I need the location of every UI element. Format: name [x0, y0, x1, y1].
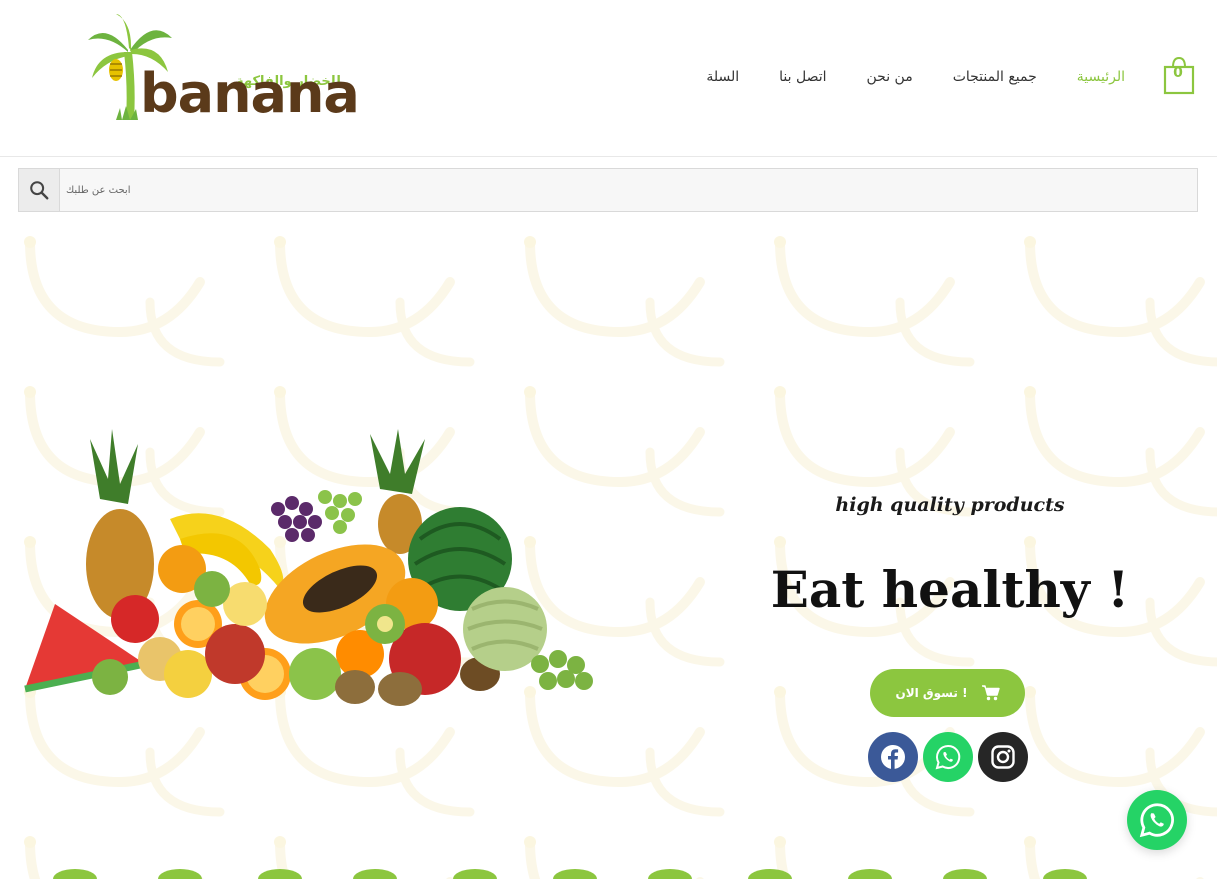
- whatsapp-chat-button[interactable]: [1127, 790, 1187, 850]
- nav-item-home[interactable]: الرئيسية: [1077, 66, 1125, 88]
- cart-icon: [981, 685, 1000, 701]
- whatsapp-icon: [1139, 803, 1174, 838]
- nav-item-about[interactable]: من نحن: [867, 66, 913, 88]
- bottom-decorative-strip: [53, 869, 1087, 879]
- search-icon: [30, 181, 49, 200]
- facebook-button[interactable]: [868, 732, 918, 782]
- cart-count: 0: [1173, 65, 1183, 81]
- hero-section: high quality products Eat healthy ! تسوق…: [0, 222, 1217, 879]
- facebook-icon: [881, 745, 905, 769]
- nav-item-all-products[interactable]: جميع المنتجات: [953, 66, 1037, 88]
- logo-wordmark: banana: [140, 62, 360, 125]
- hero-headline: Eat healthy !: [770, 560, 1130, 619]
- site-logo[interactable]: للخضار والفاكهة banana: [86, 12, 360, 127]
- main-nav: الرئيسية جميع المنتجات من نحن اتصل بنا ا…: [706, 66, 1125, 88]
- shop-now-label: تسوق الان !: [895, 686, 968, 700]
- nav-item-contact[interactable]: اتصل بنا: [779, 66, 826, 88]
- instagram-button[interactable]: [978, 732, 1028, 782]
- whatsapp-icon: [935, 744, 961, 770]
- fruit-assortment-image: [24, 429, 593, 706]
- site-header: للخضار والفاكهة banana الرئيسية جميع الم…: [0, 0, 1217, 157]
- cart-button[interactable]: 0: [1163, 56, 1195, 95]
- search-input[interactable]: [60, 169, 1197, 211]
- search-bar: [18, 168, 1198, 212]
- whatsapp-button[interactable]: [923, 732, 973, 782]
- nav-item-cart[interactable]: السلة: [706, 66, 739, 88]
- instagram-icon: [991, 745, 1015, 769]
- shop-now-button[interactable]: تسوق الان !: [870, 669, 1025, 717]
- search-button[interactable]: [19, 169, 60, 211]
- hero-tagline: high quality products: [835, 494, 1065, 516]
